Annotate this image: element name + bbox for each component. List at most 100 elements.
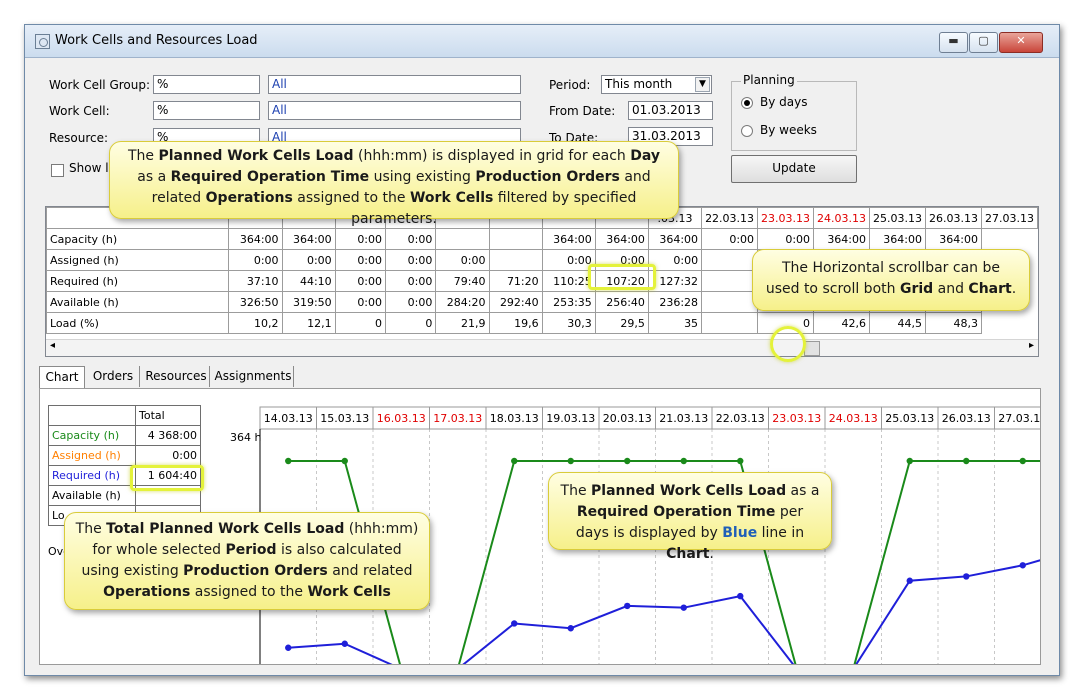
grid-cell[interactable]: 0:00 (334, 228, 387, 250)
minimize-button[interactable]: ▬ (939, 32, 968, 53)
grid-cell[interactable]: 0:00 (385, 270, 437, 292)
series-point (567, 625, 574, 632)
scroll-left-icon[interactable]: ◂ (50, 340, 55, 351)
grid-cell[interactable]: 0:00 (228, 249, 283, 271)
grid-cell[interactable] (701, 270, 759, 292)
grid-cell[interactable]: 284:20 (435, 291, 490, 313)
grid-cell[interactable]: 364:00 (228, 228, 283, 250)
total-load-callout: The Total Planned Work Cells Load (hhh:m… (64, 512, 430, 610)
grid-cell[interactable]: 0:00 (647, 249, 703, 271)
chart-x-tick-label: 26.03.13 (942, 412, 991, 425)
horizontal-scrollbar[interactable]: ◂ ▸ (46, 339, 1038, 356)
period-select[interactable]: This month ▼ (601, 75, 712, 94)
grid-cell[interactable]: 0:00 (385, 291, 437, 313)
from-date-input[interactable]: 01.03.2013 (628, 101, 713, 120)
grid-cell[interactable]: 37:10 (228, 270, 283, 292)
close-icon: ✕ (1016, 34, 1026, 47)
maximize-button[interactable]: ▢ (969, 32, 998, 53)
close-button[interactable]: ✕ (999, 32, 1043, 53)
grid-cell[interactable]: 253:35 (541, 291, 596, 313)
grid-cell[interactable]: 364:00 (647, 228, 703, 250)
grid-cell[interactable] (701, 312, 759, 334)
scroll-right-icon[interactable]: ▸ (1029, 340, 1034, 351)
update-button[interactable]: Update (731, 155, 857, 183)
work-cell-label: Work Cell: (49, 104, 110, 118)
grid-cell[interactable]: 12,1 (281, 312, 336, 334)
scrollbar-thumb-highlight (770, 326, 806, 362)
grid-cell[interactable]: 29,5 (594, 312, 649, 334)
scrollbar-callout: The Horizontal scrollbar can be used to … (752, 249, 1030, 311)
tab-chart[interactable]: Chart (39, 366, 85, 389)
chart-x-tick-label: 23.03.13 (772, 412, 821, 425)
grid-row-label: Load (%) (46, 312, 230, 334)
grid-cell[interactable]: 0:00 (334, 291, 387, 313)
tab-resources[interactable]: Resources (143, 366, 210, 387)
grid-cell[interactable]: 0:00 (757, 228, 815, 250)
grid-cell[interactable] (701, 249, 759, 271)
grid-cell[interactable]: 44:10 (281, 270, 336, 292)
grid-cell[interactable]: 44,5 (869, 312, 926, 334)
grid-col-header: 27.03.13 (980, 207, 1038, 229)
grid-cell[interactable]: 0:00 (385, 228, 437, 250)
chart-x-tick-label: 15.03.13 (320, 412, 369, 425)
grid-cell[interactable]: 0:00 (385, 249, 437, 271)
series-point (680, 604, 687, 611)
series-point (1019, 457, 1026, 465)
grid-cell[interactable]: 319:50 (281, 291, 336, 313)
grid-cell[interactable]: 364:00 (869, 228, 926, 250)
grid-cell[interactable]: 10,2 (228, 312, 283, 334)
grid-cell[interactable] (488, 249, 543, 271)
grid-cell[interactable]: 79:40 (435, 270, 490, 292)
tab-orders[interactable]: Orders (87, 366, 140, 387)
grid-cell[interactable]: 71:20 (488, 270, 543, 292)
app-gear-icon (35, 34, 50, 49)
grid-cell[interactable]: 35 (647, 312, 703, 334)
chart-x-tick-label: 18.03.13 (490, 412, 539, 425)
grid-cell[interactable]: 30,3 (541, 312, 596, 334)
show-load-checkbox[interactable] (51, 164, 64, 177)
scrollbar-thumb[interactable] (804, 341, 820, 356)
work-cell-group-code-input[interactable]: % (153, 75, 260, 94)
grid-cell[interactable]: 21,9 (435, 312, 490, 334)
planning-group (731, 81, 857, 151)
by-days-label: By days (760, 95, 808, 109)
grid-cell[interactable]: 236:28 (647, 291, 703, 313)
grid-cell[interactable]: 19,6 (488, 312, 543, 334)
grid-cell[interactable]: 0:00 (281, 249, 336, 271)
grid-cell[interactable]: 326:50 (228, 291, 283, 313)
tab-assignments[interactable]: Assignments (213, 366, 294, 387)
grid-cell[interactable]: 0:00 (334, 270, 387, 292)
grid-cell[interactable]: 42,6 (813, 312, 871, 334)
grid-cell[interactable]: 364:00 (541, 228, 596, 250)
series-point (737, 592, 744, 600)
grid-cell[interactable]: 292:40 (488, 291, 543, 313)
work-cell-name-input[interactable]: All (268, 101, 521, 120)
work-cell-group-name-input[interactable]: All (268, 75, 521, 94)
title-bar: Work Cells and Resources Load ▬ ▢ ✕ (25, 25, 1059, 58)
by-weeks-radio[interactable] (741, 125, 753, 137)
grid-cell[interactable]: 256:40 (594, 291, 649, 313)
grid-cell[interactable]: 0:00 (334, 249, 387, 271)
series-point (511, 620, 518, 627)
grid-cell[interactable]: 0:00 (701, 228, 759, 250)
grid-cell[interactable] (701, 291, 759, 313)
grid-cell[interactable] (488, 228, 543, 250)
grid-cell[interactable]: 364:00 (594, 228, 649, 250)
grid-cell[interactable]: 48,3 (925, 312, 982, 334)
grid-row-label: Assigned (h) (46, 249, 230, 271)
grid-cell[interactable] (435, 228, 490, 250)
grid-col-header: 25.03.13 (869, 207, 926, 229)
grid-cell[interactable]: 0 (334, 312, 387, 334)
grid-cell[interactable]: 364:00 (281, 228, 336, 250)
series-point (963, 573, 970, 580)
required-cell-highlight (588, 264, 656, 290)
grid-cell[interactable]: 127:32 (647, 270, 703, 292)
grid-cell[interactable]: 0 (385, 312, 437, 334)
chart-x-tick-label: 17.03.13 (433, 412, 482, 425)
by-days-radio[interactable] (741, 97, 753, 109)
grid-cell[interactable]: 364:00 (813, 228, 871, 250)
grid-cell[interactable]: 364:00 (925, 228, 982, 250)
work-cell-code-input[interactable]: % (153, 101, 260, 120)
chevron-down-icon[interactable]: ▼ (695, 77, 710, 92)
grid-cell[interactable]: 0:00 (435, 249, 490, 271)
